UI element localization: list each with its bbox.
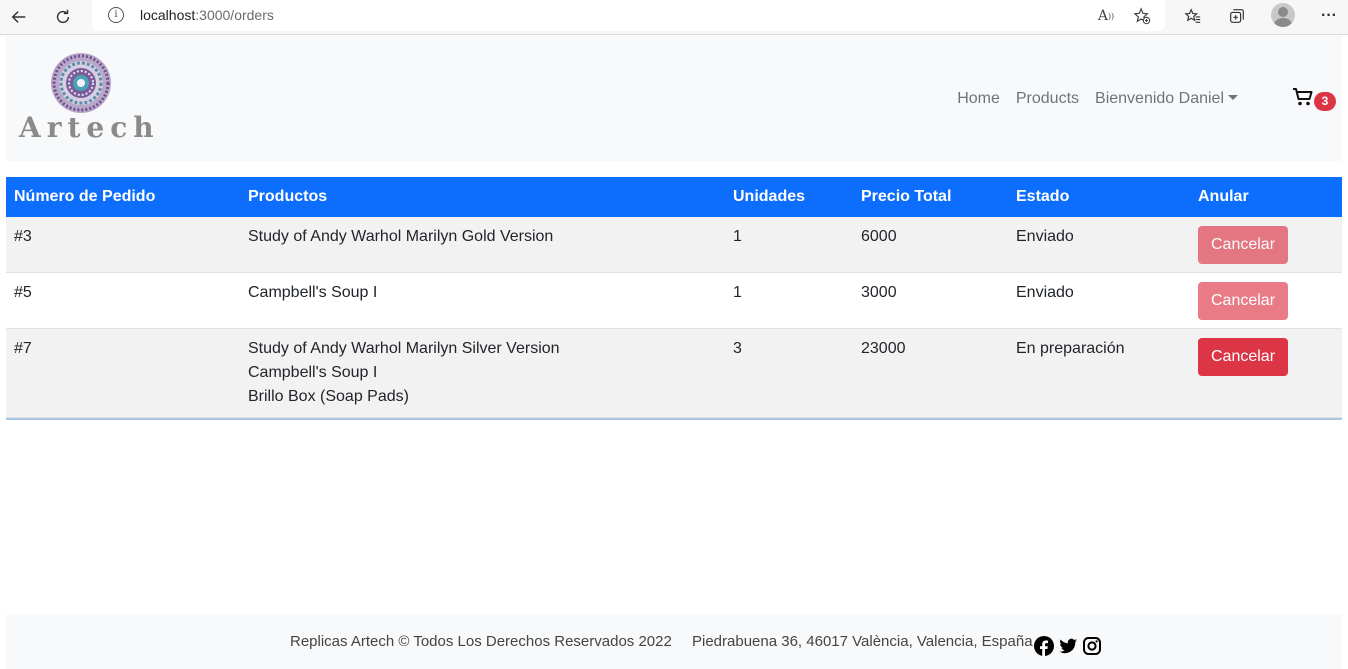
order-products: Study of Andy Warhol Marilyn Gold Versio… [240, 217, 725, 273]
order-status: Enviado [1008, 217, 1190, 273]
order-units: 3 [725, 328, 853, 418]
caret-down-icon [1228, 94, 1238, 100]
order-number: #3 [6, 217, 240, 273]
mandala-logo-icon [51, 53, 111, 113]
cart-button[interactable]: 3 [1276, 87, 1338, 111]
favorites-icon[interactable] [1182, 5, 1204, 27]
add-favorite-icon[interactable] [1132, 6, 1152, 26]
product-item: Campbell's Soup I [248, 364, 378, 381]
table-row: #7 Study of Andy Warhol Marilyn Silver V… [6, 328, 1342, 418]
brand-name: Artech [19, 111, 160, 144]
address-bar[interactable]: i localhost:3000/orders A)) [92, 0, 1165, 31]
product-item: Study of Andy Warhol Marilyn Gold Versio… [248, 228, 554, 245]
cancel-order-button[interactable]: Cancelar [1198, 226, 1289, 264]
order-units: 1 [725, 217, 853, 273]
order-total: 23000 [853, 328, 1008, 418]
cancel-order-button[interactable]: Cancelar [1198, 282, 1289, 320]
order-status: En preparación [1008, 328, 1190, 418]
table-header-row: Número de Pedido Productos Unidades Prec… [6, 177, 1342, 217]
nav-links: Home Products Bienvenido Daniel 3 [957, 87, 1342, 111]
nav-products-link[interactable]: Products [1016, 90, 1079, 108]
footer-address: Piedrabuena 36, 46017 València, Valencia… [692, 633, 1033, 650]
header-order-number: Número de Pedido [14, 188, 156, 205]
order-status: Enviado [1008, 272, 1190, 329]
table-row: #5 Campbell's Soup I 1 3000 Enviado Canc… [6, 272, 1342, 329]
artech-logo[interactable]: Artech [19, 49, 160, 149]
product-item: Brillo Box (Soap Pads) [248, 388, 409, 405]
order-number: #7 [6, 328, 240, 418]
orders-table: Número de Pedido Productos Unidades Prec… [6, 177, 1342, 418]
header-total-price: Precio Total [861, 188, 952, 205]
order-total: 6000 [853, 217, 1008, 273]
order-products: Campbell's Soup I [240, 272, 725, 329]
order-units: 1 [725, 272, 853, 329]
orders-table-wrapper: Número de Pedido Productos Unidades Prec… [6, 177, 1342, 420]
collections-icon[interactable] [1226, 5, 1248, 27]
header-units: Unidades [733, 188, 806, 205]
table-row: #3 Study of Andy Warhol Marilyn Gold Ver… [6, 217, 1342, 273]
facebook-icon[interactable] [1034, 636, 1054, 656]
product-item: Campbell's Soup I [248, 284, 378, 301]
instagram-icon[interactable] [1082, 636, 1102, 656]
reload-icon[interactable] [50, 5, 76, 29]
product-item: Study of Andy Warhol Marilyn Silver Vers… [248, 340, 560, 357]
user-dropdown[interactable]: Bienvenido Daniel [1095, 90, 1238, 108]
more-options-icon[interactable]: ··· [1318, 5, 1340, 27]
cancel-order-button[interactable]: Cancelar [1198, 338, 1289, 376]
cart-icon [1293, 88, 1313, 106]
nav-home-link[interactable]: Home [957, 90, 1000, 108]
url-text[interactable]: localhost:3000/orders [140, 7, 274, 23]
footer-copyright: Replicas Artech © Todos Los Derechos Res… [290, 633, 672, 650]
profile-avatar[interactable] [1271, 3, 1295, 27]
site-footer: Replicas Artech © Todos Los Derechos Res… [6, 614, 1342, 669]
social-links [1034, 636, 1102, 656]
order-total: 3000 [853, 272, 1008, 329]
browser-toolbar: i localhost:3000/orders A)) ··· [0, 0, 1348, 35]
back-icon[interactable] [6, 5, 32, 29]
user-greeting: Bienvenido Daniel [1095, 90, 1224, 107]
header-products: Productos [248, 188, 328, 205]
site-navbar: Artech Home Products Bienvenido Daniel 3 [6, 35, 1342, 161]
site-info-icon[interactable]: i [108, 7, 124, 23]
order-number: #5 [6, 272, 240, 329]
header-cancel: Anular [1198, 188, 1249, 205]
header-status: Estado [1016, 188, 1070, 205]
read-aloud-icon[interactable]: A)) [1096, 6, 1116, 26]
cart-count-badge: 3 [1314, 92, 1336, 111]
twitter-icon[interactable] [1058, 636, 1078, 656]
order-products: Study of Andy Warhol Marilyn Silver Vers… [240, 328, 725, 418]
